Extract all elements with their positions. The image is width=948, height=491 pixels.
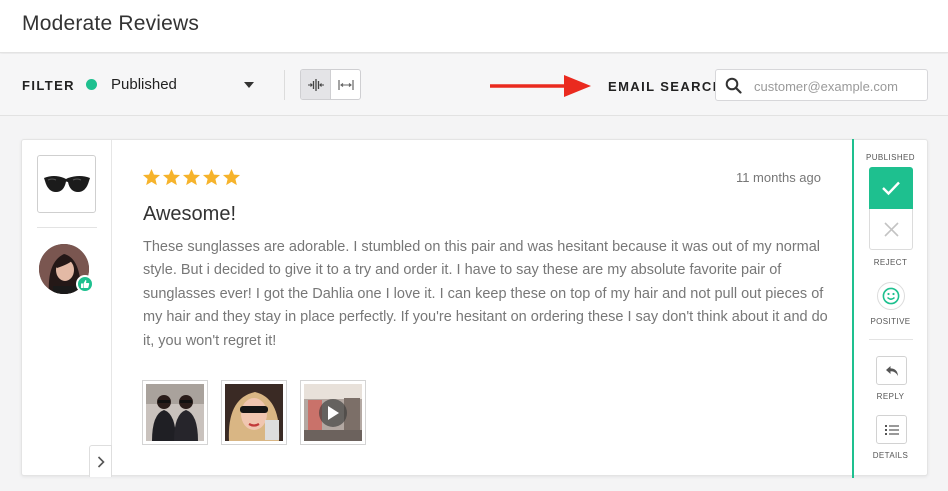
page-title: Moderate Reviews: [22, 12, 200, 35]
review-body: These sunglasses are adorable. I stumble…: [143, 239, 828, 349]
video-play-icon[interactable]: [319, 398, 347, 427]
moderation-actions: PUBLISHED REJECT POSITIVE REPLY DETAILS: [852, 139, 929, 478]
compress-icon: [307, 78, 324, 91]
publish-button[interactable]: [869, 167, 913, 209]
positive-sentiment-button[interactable]: [877, 282, 905, 310]
view-toggle: [300, 69, 361, 100]
published-label: PUBLISHED: [866, 153, 915, 162]
star-rating: [142, 168, 241, 187]
reply-button[interactable]: [876, 356, 907, 385]
smiley-icon: [882, 287, 900, 305]
details-label: DETAILS: [872, 451, 909, 460]
star-icon: [202, 168, 221, 186]
product-thumbnail[interactable]: [37, 155, 96, 213]
chevron-down-icon[interactable]: [244, 82, 254, 88]
filter-bar: FILTER Published EMAIL SEARCH: [0, 54, 948, 116]
page-header: Moderate Reviews: [0, 0, 948, 53]
chevron-right-icon: [97, 455, 105, 468]
divider: [869, 339, 913, 340]
star-icon: [142, 168, 161, 186]
review-meta-column: [22, 140, 112, 477]
star-icon: [162, 168, 181, 186]
review-media-list: [142, 380, 366, 445]
checkmark-icon: [882, 181, 900, 196]
expanded-view-button[interactable]: [331, 70, 360, 99]
status-filter-select[interactable]: Published: [111, 76, 177, 93]
email-search-input[interactable]: [754, 76, 922, 96]
thumbs-up-icon: [76, 275, 94, 293]
compact-view-button[interactable]: [301, 70, 331, 99]
positive-label: POSITIVE: [870, 317, 911, 326]
details-button[interactable]: [876, 415, 907, 444]
reject-button[interactable]: [869, 209, 913, 250]
sunglasses-icon: [43, 176, 90, 192]
email-search-label: EMAIL SEARCH: [608, 79, 724, 94]
email-search-box: [715, 69, 928, 101]
divider: [284, 70, 285, 100]
close-icon: [883, 221, 899, 237]
star-icon: [222, 168, 241, 186]
photo-two-women-icon: [146, 384, 204, 441]
expand-details-button[interactable]: [89, 445, 112, 477]
photo-selfie-icon: [225, 384, 283, 441]
review-timestamp: 11 months ago: [735, 170, 821, 185]
review-media-item[interactable]: [300, 380, 366, 445]
status-dot-icon: [86, 79, 97, 90]
review-title: Awesome!: [143, 203, 237, 225]
search-icon: [725, 77, 742, 94]
red-arrow-icon: [490, 75, 591, 97]
reply-label: REPLY: [876, 392, 905, 401]
reply-icon: [885, 365, 898, 376]
list-icon: [884, 424, 899, 435]
review-card: 11 months ago Awesome! These sunglasses …: [21, 139, 929, 478]
review-media-item[interactable]: [221, 380, 287, 445]
expand-icon: [337, 79, 354, 90]
review-media-item[interactable]: [142, 380, 208, 445]
reject-label: REJECT: [873, 258, 908, 267]
filter-label: FILTER: [22, 78, 75, 93]
star-icon: [182, 168, 201, 186]
divider: [37, 227, 97, 228]
